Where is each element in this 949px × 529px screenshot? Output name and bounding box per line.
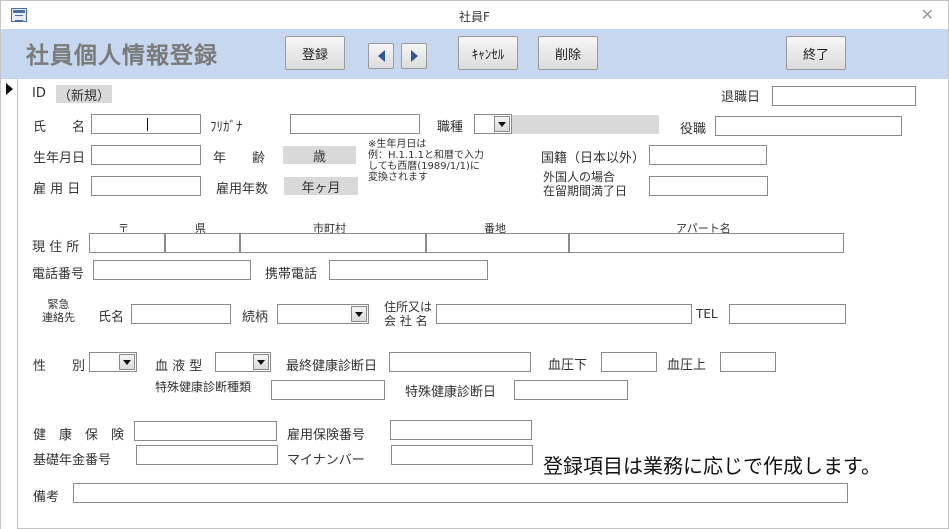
emergency-address-field[interactable]: [436, 304, 692, 324]
special-checkup-type-label: 特殊健康診断種類: [155, 380, 252, 394]
title-bar: 社員F ✕: [1, 1, 948, 29]
remarks-label: 備考: [33, 490, 60, 505]
special-checkup-date-field[interactable]: [514, 380, 628, 400]
birth-note-line-3: しても西暦(1989/1/1)に: [368, 161, 480, 172]
bp-low-field[interactable]: [601, 352, 657, 372]
gender-combo[interactable]: [89, 352, 137, 372]
job-label: 職種: [437, 120, 464, 135]
record-selector-arrow-icon: [6, 83, 13, 95]
mynumber-field[interactable]: [391, 445, 533, 465]
furigana-label: ﾌﾘｶﾞﾅ: [210, 120, 243, 135]
remarks-field[interactable]: [73, 483, 848, 503]
emergency-label-line-2: 連絡先: [42, 311, 75, 324]
bp-high-field[interactable]: [720, 352, 776, 372]
dropdown-arrow-icon[interactable]: [253, 354, 269, 370]
id-label: ID: [32, 86, 46, 101]
dropdown-arrow-icon[interactable]: [351, 306, 367, 322]
emergency-label-line-1: 緊急: [47, 298, 70, 311]
id-value: （新規）: [56, 85, 112, 104]
birth-note-line-4: 変換されます: [368, 172, 428, 183]
dropdown-arrow-icon[interactable]: [119, 354, 135, 370]
last-checkup-label: 最終健康診断日: [286, 359, 378, 374]
foreign-label: 外国人の場合 在留期間満了日: [543, 170, 627, 198]
blood-type-label: 血 液 型: [155, 359, 203, 374]
register-button[interactable]: 登録: [285, 36, 345, 70]
age-label: 年 齢: [213, 151, 266, 166]
prefecture-field[interactable]: [165, 233, 240, 253]
notice-text: 登録項目は業務に応じで作成します。: [543, 454, 881, 478]
name-label: 氏 名: [33, 120, 86, 135]
foreign-label-line-2: 在留期間満了日: [543, 184, 628, 198]
text-caret: [147, 118, 148, 131]
job-combo[interactable]: [474, 114, 512, 134]
employment-insurance-field[interactable]: [390, 420, 532, 440]
tel-label: TEL: [696, 307, 718, 321]
special-checkup-type-field[interactable]: [271, 380, 385, 400]
retire-date-label: 退職日: [721, 90, 761, 105]
retire-date-field[interactable]: [772, 86, 916, 106]
apartment-field[interactable]: [569, 233, 844, 253]
number-field[interactable]: [426, 233, 569, 253]
furigana-field[interactable]: [290, 114, 420, 134]
birth-label: 生年月日: [33, 151, 86, 166]
postal-field[interactable]: [89, 233, 165, 253]
birth-note-line-1: ※生年月日は: [368, 139, 427, 150]
record-selector[interactable]: [1, 79, 18, 529]
tel-field[interactable]: [729, 304, 846, 324]
window-title: 社員F: [459, 10, 490, 24]
prev-record-icon: [377, 50, 385, 62]
prev-record-button[interactable]: [368, 43, 394, 69]
position-label: 役職: [680, 122, 707, 137]
nationality-field[interactable]: [649, 145, 767, 165]
emergency-address-label: 住所又は 会 社 名: [384, 300, 432, 328]
foreign-label-line-1: 外国人の場合: [543, 170, 616, 184]
cancel-button[interactable]: ｷｬﾝｾﾙ: [458, 36, 518, 70]
emergency-name-field[interactable]: [131, 304, 231, 324]
last-checkup-field[interactable]: [389, 352, 531, 372]
city-field[interactable]: [240, 233, 426, 253]
relation-label: 続柄: [242, 310, 269, 325]
bp-low-label: 血圧下: [548, 358, 588, 373]
mobile-field[interactable]: [329, 260, 488, 280]
health-insurance-label: 健 康 保 険: [33, 428, 125, 443]
emergency-address-label-line-1: 住所又は: [384, 300, 433, 314]
mynumber-label: マイナンバー: [287, 453, 365, 468]
years-value: 年ヶ月: [284, 177, 358, 196]
pension-field[interactable]: [136, 445, 278, 465]
pension-label: 基礎年金番号: [33, 453, 112, 468]
position-field[interactable]: [715, 116, 902, 136]
relation-combo[interactable]: [277, 304, 369, 324]
birth-field[interactable]: [91, 145, 201, 165]
age-value: 歳: [283, 146, 356, 165]
close-icon[interactable]: ✕: [921, 5, 934, 24]
mobile-label: 携帯電話: [265, 267, 318, 282]
health-insurance-field[interactable]: [134, 421, 277, 441]
phone-label: 電話番号: [32, 267, 85, 282]
job-detail-display: [512, 115, 659, 134]
emergency-address-label-line-2: 会 社 名: [384, 314, 428, 328]
name-field[interactable]: [91, 114, 201, 134]
bp-high-label: 血圧上: [667, 358, 707, 373]
birth-note-line-2: 例：H.1.1.1と和暦で入力: [368, 150, 484, 161]
next-record-icon: [410, 50, 418, 62]
next-record-button[interactable]: [401, 43, 427, 69]
hire-date-label: 雇 用 日: [33, 182, 81, 197]
employment-insurance-label: 雇用保険番号: [287, 428, 366, 443]
delete-button[interactable]: 削除: [538, 36, 598, 70]
exit-button[interactable]: 終了: [786, 36, 846, 70]
birth-note: ※生年月日は 例：H.1.1.1と和暦で入力 しても西暦(1989/1/1)に …: [368, 139, 484, 183]
phone-field[interactable]: [93, 260, 251, 280]
special-checkup-date-label: 特殊健康診断日: [405, 385, 497, 400]
visa-expiry-field[interactable]: [649, 176, 768, 196]
emergency-name-label: 氏名: [98, 310, 125, 325]
emergency-label: 緊急 連絡先: [42, 298, 75, 324]
dropdown-arrow-icon[interactable]: [494, 116, 510, 132]
hire-date-field[interactable]: [91, 176, 201, 196]
address-label: 現 住 所: [32, 240, 80, 255]
blood-type-combo[interactable]: [215, 352, 271, 372]
gender-label: 性 別: [33, 359, 86, 374]
nationality-label: 国籍（日本以外）: [541, 151, 646, 166]
form-title: 社員個人情報登録: [26, 43, 218, 69]
years-label: 雇用年数: [216, 182, 269, 197]
